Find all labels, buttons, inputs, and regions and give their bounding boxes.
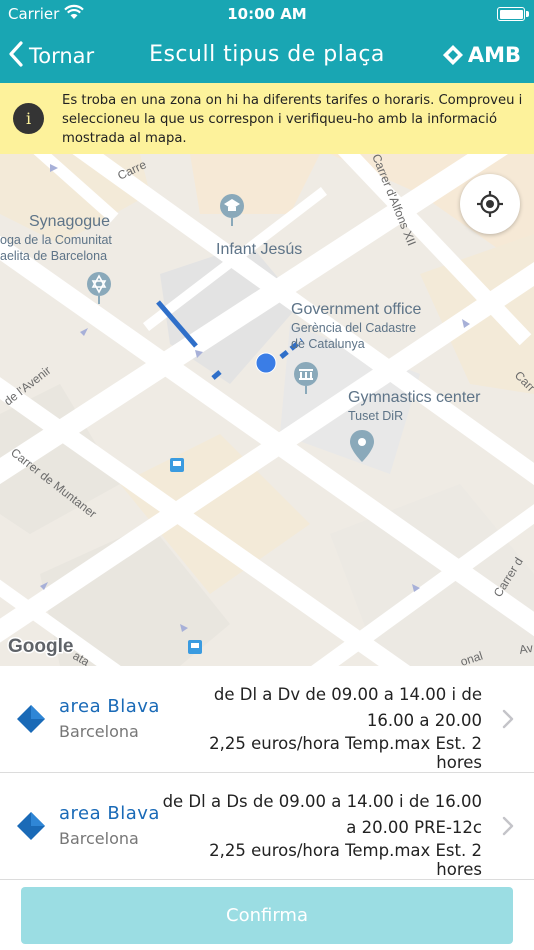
zone-name: area Blava (59, 696, 160, 717)
zone-city: Barcelona (59, 722, 139, 741)
crosshair-icon (477, 191, 503, 217)
blue-zone-diamond-icon (17, 705, 45, 733)
zone-row[interactable]: area Blava Barcelona de Dl a Ds de 09.00… (0, 773, 534, 880)
map-label-gov-sub2: de Catalunya (291, 337, 365, 351)
nav-bar: Tornar Escull tipus de plaça AMB (0, 30, 534, 83)
confirm-button[interactable]: Confirma (21, 887, 513, 944)
zone-rate: 2,25 euros/hora Temp.max Est. 2 hores (209, 841, 482, 879)
chevron-right-icon (502, 816, 514, 836)
status-bar: Carrier 10:00 AM (0, 0, 534, 30)
street-label-bottom-right: Av (518, 641, 534, 657)
map[interactable]: Synagogue oga de la Comunitat aelita de … (0, 154, 534, 666)
zone-schedule: de Dl a Dv de 09.00 a 14.00 i de 16.00 a… (213, 685, 482, 730)
map-label-government-office: Government office (291, 301, 422, 318)
screen: Carrier 10:00 AM Tornar Escull tipus de … (0, 0, 534, 950)
map-label-gym-sub: Tuset DiR (348, 409, 403, 423)
map-label-gov-sub1: Gerència del Cadastre (291, 321, 416, 335)
chevron-right-icon (502, 709, 514, 729)
locate-me-button[interactable] (460, 174, 520, 234)
bus-stop-icon (170, 458, 184, 472)
clock: 10:00 AM (227, 5, 307, 23)
map-label-gymnastics-center: Gymnastics center (348, 389, 481, 406)
zone-rate: 2,25 euros/hora Temp.max Est. 2 hores (209, 734, 482, 772)
bus-stop-icon (188, 640, 202, 654)
amb-logo-text: AMB (467, 43, 521, 67)
info-banner: i Es troba en una zona on hi ha diferent… (0, 83, 534, 154)
zone-schedule: de Dl a Ds de 09.00 a 14.00 i de 16.00 a… (162, 792, 482, 837)
google-logo: Google (8, 636, 73, 657)
info-icon: i (13, 103, 44, 134)
amb-logo: AMB (441, 43, 521, 67)
map-canvas[interactable]: Synagogue oga de la Comunitat aelita de … (0, 154, 534, 666)
map-label-synagogue-sub2: aelita de Barcelona (0, 249, 107, 263)
info-banner-text: Es troba en una zona on hi ha diferents … (62, 93, 523, 146)
blue-zone-diamond-icon (17, 812, 45, 840)
amb-logo-icon (442, 45, 463, 65)
map-label-infant-jesus: Infant Jesús (216, 241, 302, 258)
battery-icon (497, 7, 529, 21)
zone-row[interactable]: area Blava Barcelona de Dl a Dv de 09.00… (0, 666, 534, 773)
zone-list: area Blava Barcelona de Dl a Dv de 09.00… (0, 666, 534, 880)
map-label-synagogue: Synagogue (29, 213, 110, 230)
zone-name: area Blava (59, 803, 160, 824)
zone-city: Barcelona (59, 829, 139, 848)
map-label-synagogue-sub1: oga de la Comunitat (0, 233, 112, 247)
